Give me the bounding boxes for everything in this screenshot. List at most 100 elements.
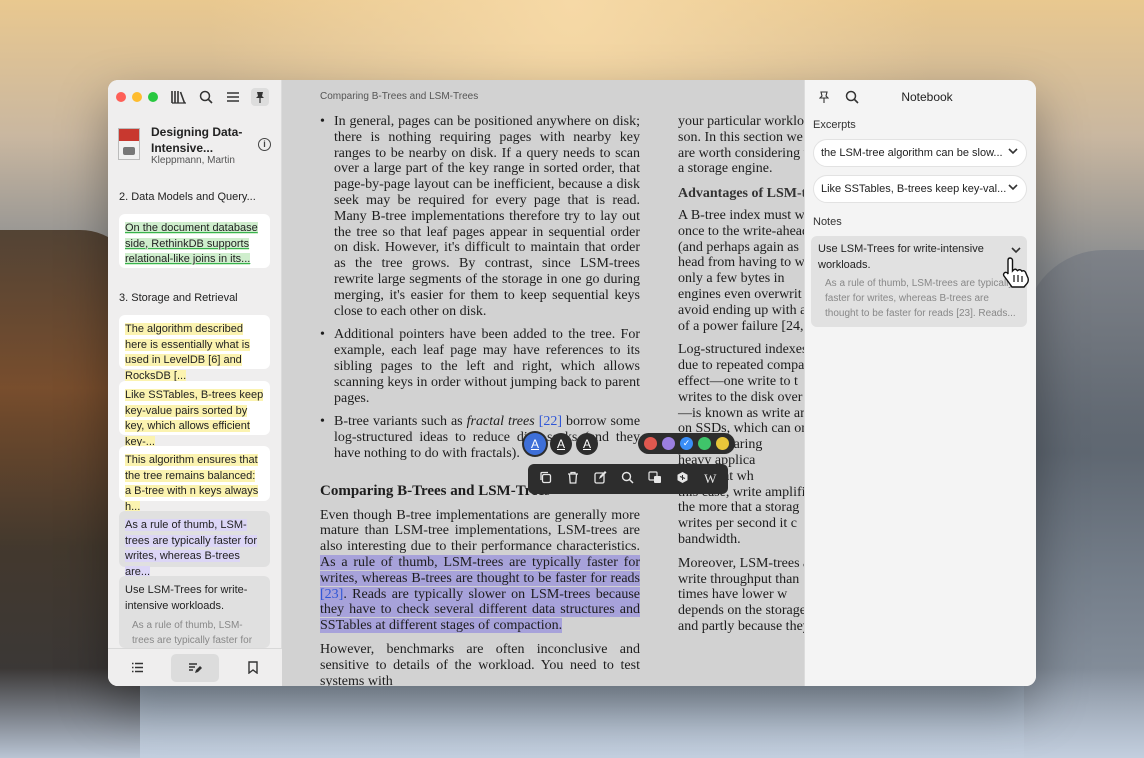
citation-link[interactable]: [22]	[539, 414, 562, 429]
bullet-list: In general, pages can be positioned anyw…	[320, 114, 640, 462]
selection-action-bar: W	[528, 464, 728, 494]
color-yellow-button[interactable]	[716, 437, 729, 450]
chapter-heading: 2. Data Models and Query...	[119, 191, 256, 203]
text-line: son. In this section we w	[678, 129, 804, 145]
book-author: Kleppmann, Martin	[151, 155, 235, 166]
color-green-button[interactable]	[698, 437, 711, 450]
text-line: Moreover, LSM-trees a	[678, 555, 804, 571]
zoom-window-button[interactable]	[148, 92, 158, 102]
color-blue-button[interactable]: ✓	[680, 437, 693, 450]
search-icon[interactable]	[197, 88, 215, 106]
highlight-card[interactable]: The algorithm described here is essentia…	[119, 315, 270, 382]
text-line: (and perhaps again as	[678, 239, 799, 255]
book-cover	[118, 128, 140, 160]
text-line: and partly because they	[678, 618, 804, 634]
text-line: only a few bytes in	[678, 271, 785, 287]
list-icon[interactable]	[224, 88, 242, 106]
color-red-button[interactable]	[644, 437, 657, 450]
hand-pointer-icon	[1001, 256, 1031, 298]
search-icon[interactable]	[617, 471, 639, 487]
sidebar: Designing Data-Intensive... Kleppmann, M…	[108, 80, 282, 686]
text-line: writes per second it c	[678, 516, 797, 532]
trash-icon[interactable]	[562, 471, 584, 487]
highlight-style-picker: A A A	[524, 433, 598, 455]
text-line: your particular workload	[678, 114, 804, 129]
text-line: of a power failure [24, 25	[678, 318, 804, 334]
highlight-card-selected[interactable]: As a rule of thumb, LSM-trees are typica…	[119, 511, 270, 578]
chevron-down-icon[interactable]	[1008, 176, 1018, 202]
text-line: head from having to w	[678, 255, 804, 271]
text-line: bandwidth.	[678, 531, 741, 547]
page-column-right[interactable]: your particular workload son. In this se…	[678, 114, 804, 635]
book-title: Designing Data-Intensive...	[151, 125, 243, 155]
color-purple-button[interactable]	[662, 437, 675, 450]
translate-icon[interactable]	[644, 471, 666, 487]
sidebar-toolbar	[170, 88, 269, 106]
style-underline-button[interactable]: A	[550, 433, 572, 455]
chapter-heading: 3. Storage and Retrieval	[119, 292, 238, 304]
notes-heading: Notes	[813, 216, 842, 228]
toc-tab-icon[interactable]	[113, 654, 161, 682]
wikipedia-icon[interactable]: W	[699, 471, 721, 487]
window-controls	[116, 92, 158, 102]
bookmark-tab-icon[interactable]	[229, 654, 277, 682]
highlight-card[interactable]: Like SSTables, B-trees keep key-value pa…	[119, 381, 270, 448]
paragraph-text: Even though B-tree implementations are g…	[320, 507, 640, 555]
ai-icon[interactable]	[672, 471, 694, 487]
highlight-text: On the document database side, RethinkDB…	[125, 222, 258, 265]
selected-text[interactable]: . Reads are typically slower on LSM-tree…	[320, 586, 640, 634]
text-line: are worth considering w	[678, 145, 804, 161]
edit-icon[interactable]	[590, 471, 612, 487]
highlight-text: As a rule of thumb, LSM-trees are typica…	[125, 519, 258, 578]
pin-icon[interactable]	[251, 88, 269, 106]
text-line: a storage engine.	[678, 161, 773, 177]
highlight-text: Like SSTables, B-trees keep key-value pa…	[125, 389, 264, 448]
highlight-card[interactable]: On the document database side, RethinkDB…	[119, 214, 270, 268]
reader-pane[interactable]: Comparing B-Trees and LSM-Trees In gener…	[282, 80, 804, 686]
italic-term: fractal trees	[466, 414, 535, 430]
bullet-item: Additional pointers have been added to t…	[320, 327, 640, 406]
citation-link[interactable]: [23]	[320, 586, 344, 602]
text-line: times have lower w	[678, 587, 788, 603]
text-line: once to the write-ahead	[678, 223, 804, 239]
excerpt-item[interactable]: the LSM-tree algorithm can be slow...	[813, 139, 1027, 167]
text-line: depends on the storage	[678, 603, 804, 619]
selected-text[interactable]: As a rule of thumb, LSM-trees are typica…	[320, 554, 640, 586]
note-item[interactable]: Use LSM-Trees for write-intensive worklo…	[811, 236, 1027, 327]
highlight-card[interactable]: This algorithm ensures that the tree rem…	[119, 446, 270, 513]
excerpt-item[interactable]: Like SSTables, B-trees keep key-val...	[813, 175, 1027, 203]
book-header[interactable]: Designing Data-Intensive... Kleppmann, M…	[118, 124, 274, 170]
sidebar-footer	[108, 648, 282, 686]
note-card[interactable]: Use LSM-Trees for write-intensive worklo…	[119, 576, 270, 661]
style-strike-button[interactable]: A	[576, 433, 598, 455]
text-line: avoid ending up with a	[678, 302, 804, 318]
library-icon[interactable]	[170, 88, 188, 106]
bullet-text: B-tree variants such as	[334, 414, 463, 430]
subsection-heading: Advantages of LSM-tr	[678, 186, 804, 202]
text-line: A B-tree index must wr	[678, 207, 804, 223]
text-line: the more that a storag	[678, 500, 800, 516]
text-line: write throughput than	[678, 571, 800, 587]
minimize-window-button[interactable]	[132, 92, 142, 102]
notebook-title: Notebook	[901, 90, 953, 104]
info-icon[interactable]: i	[258, 138, 271, 151]
text-line: writes to the disk over t	[678, 389, 804, 405]
paragraph: Even though B-tree implementations are g…	[320, 508, 640, 634]
bullet-item: In general, pages can be positioned anyw…	[320, 114, 640, 319]
note-title: Use LSM-Trees for write-intensive worklo…	[125, 584, 248, 612]
paragraph: However, benchmarks are often inconclusi…	[320, 641, 640, 686]
page-column-left[interactable]: In general, pages can be positioned anyw…	[320, 114, 640, 686]
copy-icon[interactable]	[535, 471, 557, 487]
text-line: Log-structured indexes	[678, 342, 804, 358]
notes-tab-icon[interactable]	[171, 653, 219, 682]
highlight-color-picker: ✓	[638, 433, 735, 454]
excerpt-text: the LSM-tree algorithm can be slow...	[821, 147, 1003, 159]
chevron-down-icon[interactable]	[1008, 140, 1018, 166]
app-window: Designing Data-Intensive... Kleppmann, M…	[108, 80, 1036, 686]
close-window-button[interactable]	[116, 92, 126, 102]
excerpts-heading: Excerpts	[813, 119, 856, 131]
text-line: —is known as write amp	[678, 405, 804, 421]
highlight-text: The algorithm described here is essentia…	[125, 323, 250, 382]
note-title: Use LSM-Trees for write-intensive worklo…	[818, 243, 984, 271]
style-highlight-button[interactable]: A	[524, 433, 546, 455]
